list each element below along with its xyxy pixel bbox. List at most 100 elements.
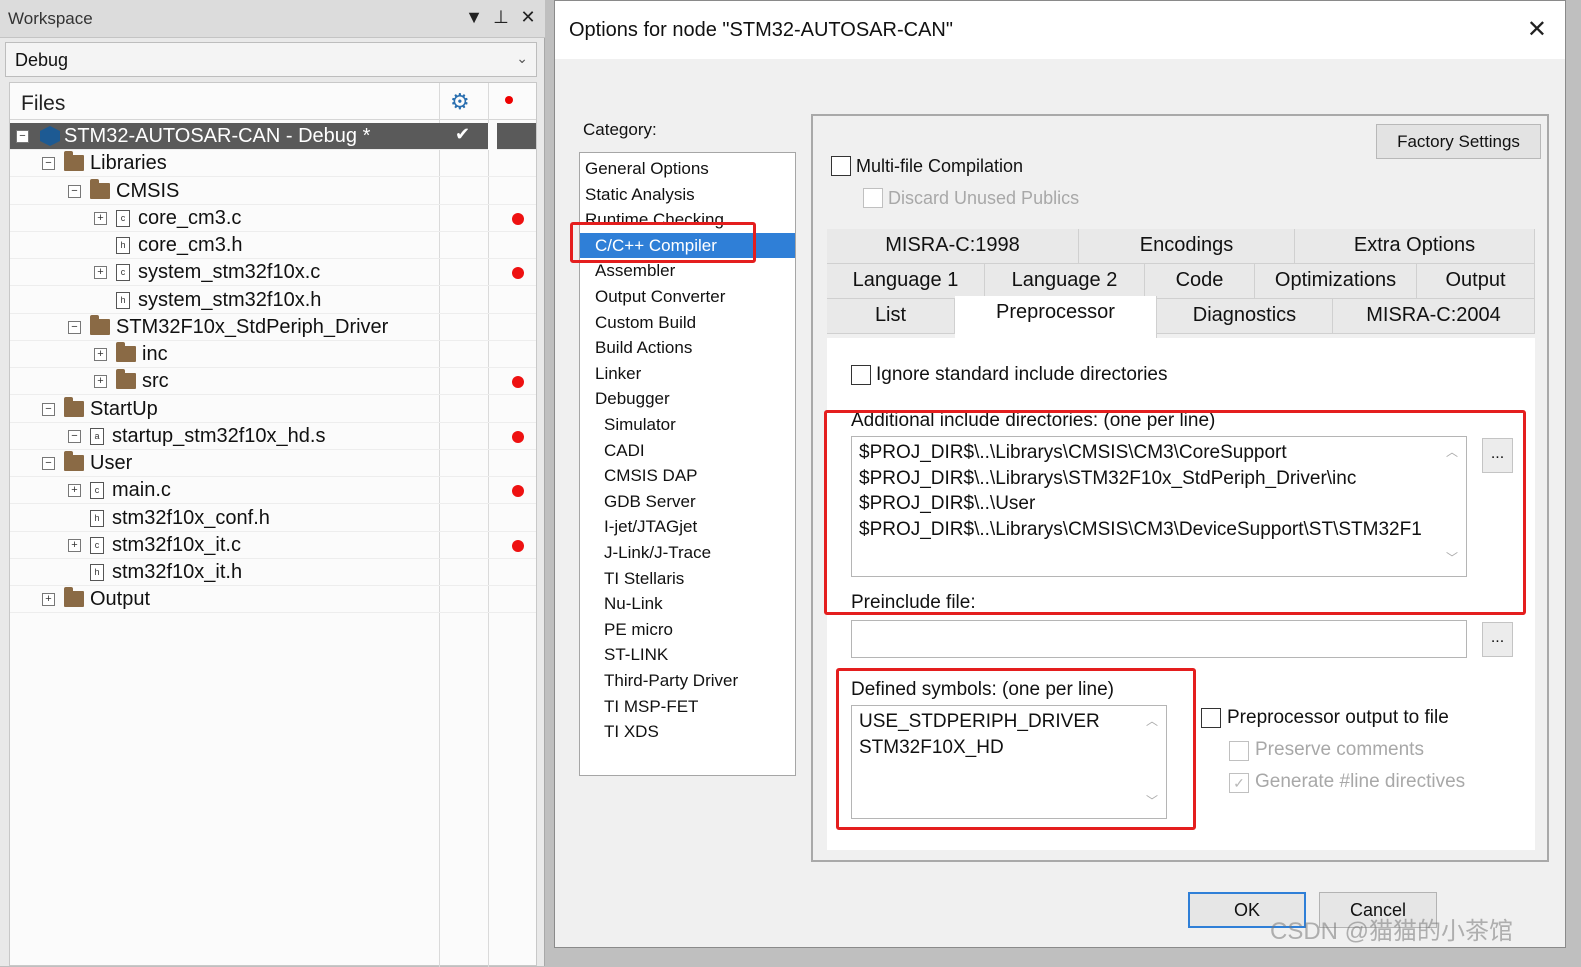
expand-icon[interactable]: +: [68, 538, 81, 552]
gear-icon[interactable]: ⚙: [450, 89, 470, 115]
category-item[interactable]: General Options: [580, 156, 795, 181]
expand-icon[interactable]: +: [68, 484, 81, 498]
category-item[interactable]: Third-Party Driver: [580, 668, 795, 693]
file-icon: c: [90, 536, 104, 554]
multi-file-checkbox[interactable]: [831, 156, 851, 176]
tab-extra-options[interactable]: Extra Options: [1295, 229, 1535, 264]
tab-misra-2004[interactable]: MISRA-C:2004: [1333, 299, 1535, 334]
category-item[interactable]: TI XDS: [580, 719, 795, 744]
tree-folder[interactable]: + Output: [10, 586, 536, 614]
file-icon: h: [90, 509, 104, 527]
category-item[interactable]: Nu-Link: [580, 591, 795, 616]
tree-file[interactable]: + c stm32f10x_it.c: [10, 532, 536, 559]
collapse-icon[interactable]: −: [42, 457, 55, 470]
category-item[interactable]: Debugger: [580, 386, 795, 411]
tab-optimizations[interactable]: Optimizations: [1255, 264, 1417, 299]
category-item[interactable]: Simulator: [580, 412, 795, 437]
tree-file[interactable]: + c system_stm32f10x.c: [10, 259, 536, 287]
collapse-icon[interactable]: −: [68, 184, 81, 198]
project-icon: [40, 126, 60, 146]
folder-icon: [64, 451, 84, 471]
tree-label: core_cm3.c: [138, 206, 242, 229]
tree-folder[interactable]: − CMSIS: [10, 178, 536, 205]
pin-icon[interactable]: ⊥: [490, 7, 512, 28]
expand-icon[interactable]: +: [94, 348, 107, 361]
files-header: Files ⚙: [10, 83, 536, 120]
pp-output-checkbox[interactable]: [1201, 708, 1221, 728]
collapse-icon[interactable]: −: [42, 157, 55, 171]
folder-icon: [116, 342, 136, 362]
category-item[interactable]: TI MSP-FET: [580, 694, 795, 719]
tab-code[interactable]: Code: [1145, 264, 1255, 299]
category-item[interactable]: Build Actions: [580, 335, 795, 360]
tree-label: stm32f10x_it.h: [112, 561, 243, 583]
preinclude-input[interactable]: [851, 620, 1467, 658]
tab-output[interactable]: Output: [1417, 264, 1535, 299]
collapse-icon[interactable]: −: [68, 320, 81, 334]
category-item[interactable]: Custom Build: [580, 310, 795, 335]
tree-folder[interactable]: + src: [10, 368, 536, 396]
tree-label: startup_stm32f10x_hd.s: [112, 424, 326, 447]
category-item[interactable]: Static Analysis: [580, 182, 795, 207]
expand-icon[interactable]: +: [94, 211, 107, 225]
expand-icon[interactable]: +: [94, 266, 107, 280]
collapse-icon[interactable]: −: [42, 402, 55, 416]
category-item[interactable]: Linker: [580, 361, 795, 386]
collapse-icon[interactable]: −: [68, 429, 81, 443]
expand-icon[interactable]: +: [42, 593, 55, 607]
tab-language-2[interactable]: Language 2: [985, 264, 1145, 299]
tab-diagnostics[interactable]: Diagnostics: [1157, 299, 1333, 334]
project-node[interactable]: − STM32-AUTOSAR-CAN - Debug * ✔: [10, 123, 536, 150]
tree-file[interactable]: + c main.c: [10, 477, 536, 505]
expand-icon[interactable]: +: [94, 375, 107, 389]
factory-settings-button[interactable]: Factory Settings: [1376, 124, 1541, 159]
breakpoint-icon[interactable]: [512, 267, 524, 280]
close-icon[interactable]: ✕: [1527, 15, 1547, 44]
dropdown-arrow-icon[interactable]: ▼: [463, 7, 485, 28]
watermark: CSDN @猫猫的小茶馆: [1270, 918, 1514, 945]
generate-line-checkbox[interactable]: ✓: [1229, 773, 1249, 793]
tab-preprocessor[interactable]: Preprocessor: [955, 296, 1157, 338]
category-item[interactable]: PE micro: [580, 617, 795, 642]
tree-file[interactable]: h stm32f10x_conf.h: [10, 505, 536, 532]
include-highlight-box: [824, 410, 1526, 615]
tree-folder[interactable]: − Libraries: [10, 150, 536, 178]
tab-language-1[interactable]: Language 1: [827, 264, 985, 299]
generate-line-label: Generate #line directives: [1255, 771, 1466, 792]
category-item[interactable]: J-Link/J-Trace: [580, 540, 795, 565]
preserve-comments-checkbox[interactable]: [1229, 741, 1249, 761]
category-item[interactable]: CADI: [580, 438, 795, 463]
tree-file[interactable]: h system_stm32f10x.h: [10, 287, 536, 314]
tab-encodings[interactable]: Encodings: [1079, 229, 1295, 264]
collapse-icon[interactable]: −: [16, 130, 29, 143]
breakpoint-icon[interactable]: [512, 539, 524, 552]
tree-folder[interactable]: + inc: [10, 341, 536, 368]
discard-unused-checkbox[interactable]: [863, 188, 883, 208]
category-item[interactable]: ST-LINK: [580, 642, 795, 667]
tree-label: src: [142, 370, 169, 393]
tree-file[interactable]: h core_cm3.h: [10, 232, 536, 259]
tree-file[interactable]: + c core_cm3.c: [10, 205, 536, 232]
workspace-panel: Workspace ▼ ⊥ ✕ Debug ⌄ Files ⚙ − STM32-A…: [0, 0, 545, 967]
breakpoint-icon[interactable]: [512, 430, 524, 443]
tree-folder[interactable]: − STM32F10x_StdPeriph_Driver: [10, 314, 536, 341]
category-item[interactable]: GDB Server: [580, 489, 795, 514]
tree-folder[interactable]: − StartUp: [10, 396, 536, 423]
close-icon[interactable]: ✕: [517, 7, 539, 28]
category-item[interactable]: I-jet/JTAGjet: [580, 514, 795, 539]
tree-file[interactable]: h stm32f10x_it.h: [10, 559, 536, 586]
tree-file[interactable]: − a startup_stm32f10x_hd.s: [10, 423, 536, 450]
configuration-select[interactable]: Debug ⌄: [5, 42, 537, 77]
ignore-std-checkbox[interactable]: [851, 365, 871, 385]
breakpoint-icon[interactable]: [512, 212, 524, 225]
category-item[interactable]: TI Stellaris: [580, 566, 795, 591]
tab-list[interactable]: List: [827, 299, 955, 334]
category-item[interactable]: CMSIS DAP: [580, 463, 795, 488]
tab-misra-1998[interactable]: MISRA-C:1998: [827, 229, 1079, 264]
breakpoint-icon[interactable]: [512, 485, 524, 498]
breakpoint-icon[interactable]: [512, 376, 524, 389]
tree-folder[interactable]: − User: [10, 450, 536, 477]
tree-label: User: [90, 452, 133, 474]
browse-preinclude-button[interactable]: ...: [1482, 622, 1513, 657]
category-item[interactable]: Output Converter: [580, 284, 795, 309]
